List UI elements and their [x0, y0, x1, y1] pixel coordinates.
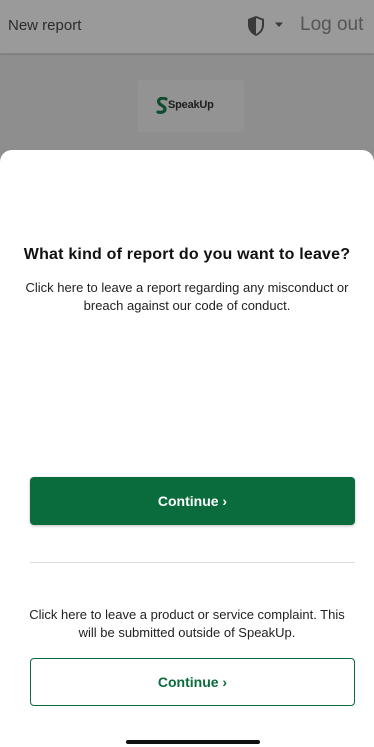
complaint-description: Click here to leave a product or service… [29, 607, 345, 640]
home-indicator [126, 740, 260, 744]
report-type-screen: New report Log out SpeakUp What kind of … [0, 0, 374, 747]
logo-text: SpeakUp [168, 99, 214, 111]
continue-misconduct-label: Continue › [157, 493, 228, 509]
continue-complaint-label: Continue › [157, 674, 228, 690]
shield-icon[interactable] [246, 15, 266, 37]
speakup-logo: SpeakUp [138, 80, 244, 132]
report-type-sheet: What kind of report do you want to leave… [0, 150, 374, 747]
misconduct-description: Click here to leave a report regarding a… [25, 280, 349, 313]
sheet-question: What kind of report do you want to leave… [23, 246, 351, 263]
continue-misconduct-button[interactable]: Continue › [30, 477, 355, 525]
logout-link[interactable]: Log out [300, 14, 363, 36]
top-bar: New report Log out [0, 0, 374, 54]
page-title: New report [8, 17, 82, 34]
chevron-down-icon[interactable] [274, 21, 284, 29]
section-divider [30, 562, 355, 563]
continue-complaint-button[interactable]: Continue › [30, 658, 355, 706]
speakup-logo-icon [156, 97, 168, 114]
